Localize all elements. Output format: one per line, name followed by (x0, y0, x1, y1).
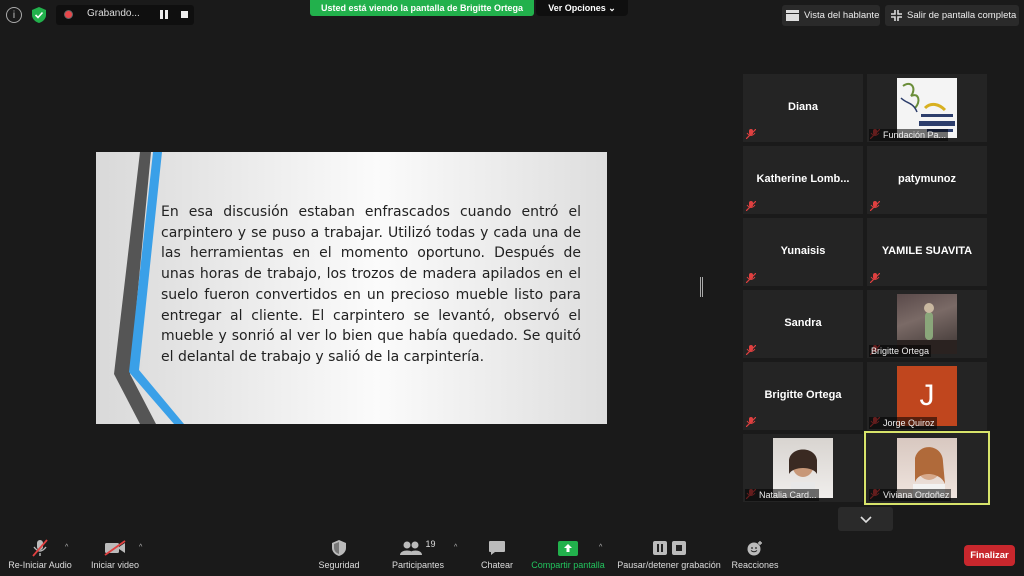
participants-options-caret-icon[interactable]: ^ (454, 544, 457, 551)
grid-view-icon (786, 10, 799, 21)
audio-button[interactable]: Re-Iniciar Audio (4, 538, 76, 570)
panel-resize-handle[interactable] (700, 277, 703, 297)
participant-name: Brigitte Ortega (764, 389, 842, 401)
participant-tile[interactable]: Yunaisis (743, 218, 863, 286)
participant-tile[interactable]: Diana (743, 74, 863, 142)
video-off-icon (104, 540, 126, 556)
reactions-label: Reacciones (731, 560, 779, 570)
chat-button[interactable]: Chatear (477, 538, 517, 570)
exit-fullscreen-button[interactable]: Salir de pantalla completa (885, 5, 1019, 26)
participant-label: Natalia Card... (745, 489, 819, 501)
pause-icon (652, 541, 667, 555)
participant-tile[interactable]: J Jorge Quiroz (867, 362, 987, 430)
participant-label: Jorge Quiroz (869, 417, 937, 429)
participant-label: Brigitte Ortega (869, 345, 932, 357)
participant-tile[interactable]: Sandra (743, 290, 863, 358)
video-button[interactable]: Iniciar video (85, 538, 145, 570)
participant-tile-active-speaker[interactable]: Viviana Ordoñez (864, 431, 990, 505)
participant-name: YAMILE SUAVITA (881, 245, 973, 257)
video-options-caret-icon[interactable]: ^ (139, 544, 142, 551)
view-options-label: Ver Opciones (548, 3, 606, 13)
stop-icon (671, 541, 686, 555)
pause-stop-recording-button[interactable]: Pausar/detener grabación (614, 538, 724, 570)
audio-label: Re-Iniciar Audio (8, 560, 72, 570)
muted-mic-icon (32, 539, 48, 557)
muted-mic-icon (870, 273, 880, 283)
speaker-view-button[interactable]: Vista del hablante (782, 5, 880, 26)
shared-slide: En esa discusión estaban enfrascados cua… (96, 152, 607, 424)
reactions-button[interactable]: Reacciones (731, 538, 779, 570)
recording-label: Grabando... (87, 8, 140, 19)
exit-fullscreen-label: Salir de pantalla completa (907, 10, 1017, 21)
chat-icon (489, 541, 505, 555)
participants-count: 19 (425, 539, 436, 549)
shield-icon[interactable] (32, 7, 46, 23)
participant-tile[interactable]: Katherine Lomb... (743, 146, 863, 214)
chevron-down-icon: ⌄ (608, 3, 616, 13)
share-options-caret-icon[interactable]: ^ (599, 544, 602, 551)
participant-tile[interactable]: Brigitte Ortega (867, 290, 987, 358)
muted-mic-icon (746, 417, 756, 427)
muted-mic-icon (746, 273, 756, 283)
participant-tile[interactable]: patymunoz (867, 146, 987, 214)
share-screen-label: Compartir pantalla (531, 560, 605, 570)
pause-stop-recording-label: Pausar/detener grabación (617, 560, 721, 570)
share-screen-icon (558, 540, 578, 556)
participants-icon (400, 541, 423, 555)
share-screen-button[interactable]: Compartir pantalla (528, 538, 608, 570)
scroll-down-button[interactable] (838, 507, 893, 531)
participant-name: Katherine Lomb... (756, 173, 850, 185)
participant-label: Viviana Ordoñez (869, 489, 952, 501)
security-button[interactable]: Seguridad (314, 538, 364, 570)
participant-tile[interactable]: Brigitte Ortega (743, 362, 863, 430)
record-icon (64, 10, 73, 19)
participant-name: patymunoz (897, 173, 957, 185)
participant-tile[interactable]: Fundación Pa... (867, 74, 987, 142)
participant-name: Sandra (784, 317, 822, 329)
end-meeting-button[interactable]: Finalizar (964, 545, 1015, 566)
muted-mic-icon (870, 201, 880, 211)
viewing-share-banner: Usted está viendo la pantalla de Brigitt… (310, 0, 534, 16)
participant-name: Diana (788, 101, 818, 113)
shield-icon (332, 540, 346, 556)
stop-recording-icon[interactable] (181, 11, 188, 18)
exit-fullscreen-icon (891, 10, 902, 21)
chevron-down-icon (859, 515, 872, 523)
participant-label: Fundación Pa... (869, 129, 949, 141)
participant-name: Yunaisis (780, 245, 826, 257)
speaker-view-label: Vista del hablante (804, 10, 880, 21)
video-label: Iniciar video (90, 560, 140, 570)
participant-tile[interactable]: YAMILE SUAVITA (867, 218, 987, 286)
audio-options-caret-icon[interactable]: ^ (65, 544, 68, 551)
muted-mic-icon (746, 345, 756, 355)
muted-mic-icon (746, 201, 756, 211)
meeting-info-icon[interactable]: i (6, 7, 22, 23)
smiley-add-icon (747, 541, 762, 556)
security-label: Seguridad (318, 560, 360, 570)
pause-recording-icon[interactable] (160, 10, 168, 19)
muted-mic-icon (746, 129, 756, 139)
participants-button[interactable]: 19 Participantes (388, 538, 448, 570)
chat-label: Chatear (480, 560, 514, 570)
view-options-button[interactable]: Ver Opciones ⌄ (536, 0, 628, 16)
participants-label: Participantes (391, 560, 445, 570)
participant-tile[interactable]: Natalia Card... (743, 434, 863, 502)
slide-paragraph: En esa discusión estaban enfrascados cua… (161, 204, 581, 365)
